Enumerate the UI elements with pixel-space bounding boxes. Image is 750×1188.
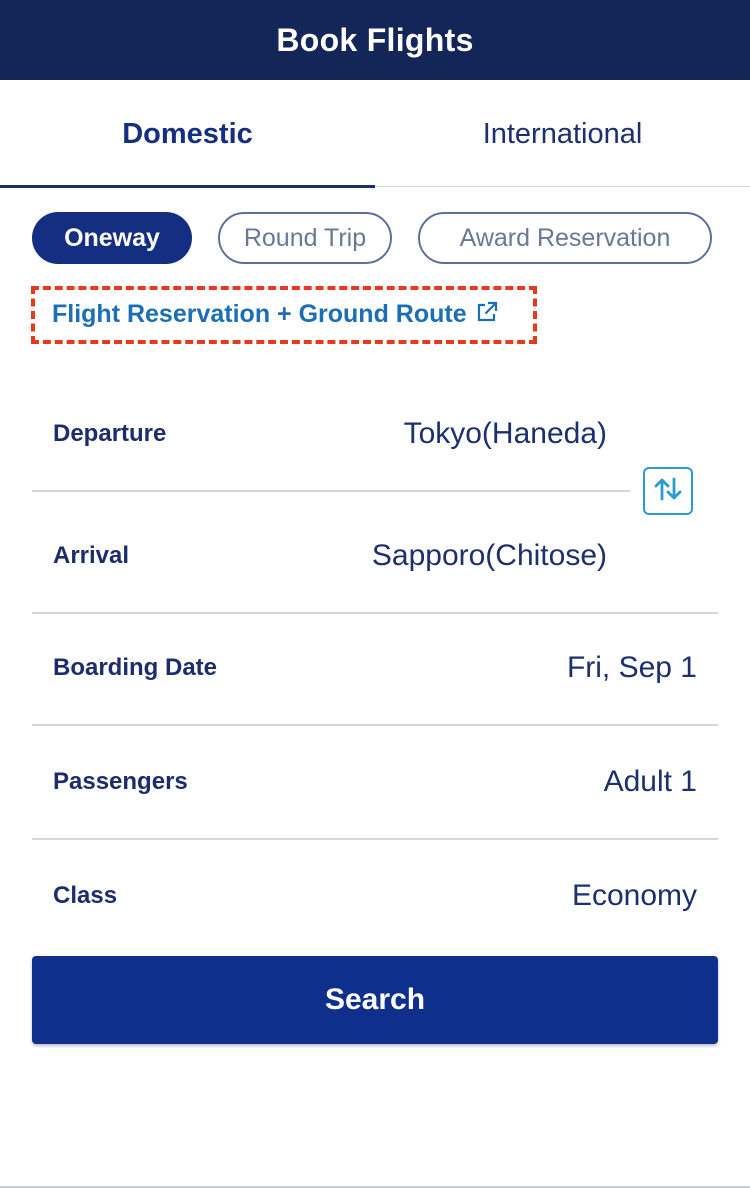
departure-value: Tokyo(Haneda): [403, 417, 607, 450]
ground-route-highlight: Flight Reservation + Ground Route: [31, 286, 537, 344]
passengers-value: Adult 1: [603, 765, 697, 798]
passengers-row[interactable]: Passengers Adult 1: [32, 740, 718, 838]
tab-domestic[interactable]: Domestic: [0, 80, 375, 188]
departure-row[interactable]: Departure Tokyo(Haneda): [32, 390, 718, 490]
class-label: Class: [53, 882, 118, 909]
oneway-button[interactable]: Oneway: [32, 212, 192, 264]
arrival-label: Arrival: [53, 542, 130, 569]
ground-route-link[interactable]: Flight Reservation + Ground Route: [52, 300, 499, 331]
active-tab-indicator: [0, 185, 375, 188]
tab-international[interactable]: International: [375, 80, 750, 188]
arrival-value: Sapporo(Chitose): [371, 539, 607, 572]
departure-label: Departure: [53, 420, 167, 447]
boarding-date-label: Boarding Date: [53, 654, 218, 681]
swap-button[interactable]: [643, 467, 693, 515]
round-trip-button[interactable]: Round Trip: [218, 212, 392, 264]
class-value: Economy: [571, 879, 697, 912]
swap-vertical-arrows-icon: [652, 474, 684, 509]
page-title: Book Flights: [276, 21, 474, 58]
passengers-separator: [32, 838, 718, 840]
boarding-date-value: Fri, Sep 1: [566, 651, 697, 684]
boarding-date-separator: [32, 724, 718, 726]
external-link-icon: [475, 300, 499, 331]
passengers-label: Passengers: [53, 768, 188, 795]
arrival-separator: [32, 612, 718, 614]
boarding-date-row[interactable]: Boarding Date Fri, Sep 1: [32, 626, 718, 724]
search-button[interactable]: Search: [32, 956, 718, 1044]
arrival-row[interactable]: Arrival Sapporo(Chitose): [32, 512, 718, 612]
class-row[interactable]: Class Economy: [32, 854, 718, 944]
award-reservation-button[interactable]: Award Reservation: [418, 212, 712, 264]
region-tabs: Domestic International: [0, 80, 750, 188]
app-header: Book Flights: [0, 0, 750, 80]
departure-separator: [32, 490, 630, 492]
ground-route-label: Flight Reservation + Ground Route: [52, 299, 467, 328]
